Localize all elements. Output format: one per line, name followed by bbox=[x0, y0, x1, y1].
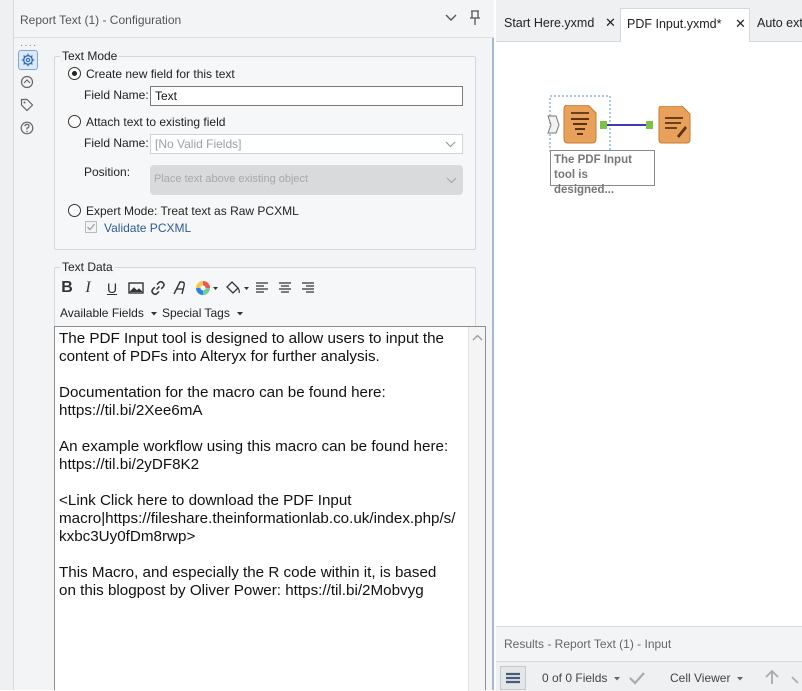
link-icon[interactable] bbox=[150, 278, 166, 298]
align-right-icon[interactable] bbox=[301, 278, 315, 298]
configuration-gear-icon[interactable] bbox=[18, 50, 38, 70]
annotation-tag-icon[interactable] bbox=[18, 96, 38, 116]
position-select[interactable]: Place text above existing object bbox=[150, 165, 463, 195]
caret-down-icon bbox=[237, 312, 244, 316]
field-name-label: Field Name: bbox=[84, 88, 149, 102]
workflow-workspace: Start Here.yxmd ✕ PDF Input.yxmd* ✕ Auto… bbox=[496, 0, 802, 691]
text-data-label: Text Data bbox=[60, 260, 115, 274]
underline-icon[interactable]: U bbox=[105, 278, 119, 298]
image-icon[interactable] bbox=[128, 278, 144, 298]
caret-down-icon[interactable] bbox=[736, 676, 744, 682]
font-icon[interactable] bbox=[172, 278, 190, 298]
tab-label: PDF Input.yxmd* bbox=[627, 17, 722, 31]
position-value: Place text above existing object bbox=[154, 173, 309, 185]
validate-pcxml-label: Validate PCXML bbox=[104, 221, 192, 235]
text-editor-scrollbar[interactable] bbox=[468, 327, 485, 691]
special-tags-label: Special Tags bbox=[162, 306, 230, 320]
left-dock-strip bbox=[0, 0, 14, 690]
expert-mode-label: Expert Mode: Treat text as Raw PCXML bbox=[86, 204, 299, 218]
validate-pcxml-checkbox[interactable] bbox=[85, 221, 97, 233]
text-paragraph: An example workflow using this macro can… bbox=[59, 438, 453, 473]
tab-auto-ext[interactable]: Auto ext bbox=[751, 8, 802, 42]
attach-field-radio[interactable] bbox=[68, 115, 81, 128]
attach-field-value: [No Valid Fields] bbox=[155, 137, 242, 151]
create-field-radio[interactable] bbox=[68, 67, 81, 80]
position-label: Position: bbox=[84, 165, 131, 179]
tab-label: Auto ext bbox=[757, 16, 802, 30]
cell-viewer-label: Cell Viewer bbox=[670, 671, 731, 685]
config-header: Report Text (1) - Configuration bbox=[14, 0, 494, 38]
table-view-icon[interactable] bbox=[500, 666, 526, 690]
results-panel: Results - Report Text (1) - Input 0 of 0… bbox=[496, 626, 802, 691]
connection-icon[interactable] bbox=[18, 73, 38, 93]
results-toolbar: 0 of 0 Fields Cell Viewer bbox=[496, 661, 802, 691]
special-tags-dropdown[interactable]: Special Tags bbox=[162, 306, 252, 322]
text-data-editor[interactable]: The PDF Input tool is designed to allow … bbox=[54, 326, 486, 691]
help-icon[interactable] bbox=[18, 119, 38, 139]
tab-label: Start Here.yxmd bbox=[504, 16, 595, 30]
text-data-content: The PDF Input tool is designed to allow … bbox=[59, 330, 457, 618]
config-title: Report Text (1) - Configuration bbox=[20, 13, 182, 27]
attach-field-name-label: Field Name: bbox=[84, 136, 149, 150]
attach-field-select[interactable]: [No Valid Fields] bbox=[150, 134, 463, 154]
document-tab-bar: Start Here.yxmd ✕ PDF Input.yxmd* ✕ Auto… bbox=[496, 0, 802, 42]
workflow-canvas[interactable]: The PDF Input tool is designed... bbox=[496, 42, 802, 626]
italic-icon[interactable]: I bbox=[82, 278, 94, 298]
field-name-input[interactable]: Text bbox=[150, 86, 463, 106]
report-text-tool-icon[interactable] bbox=[657, 106, 693, 144]
tab-start-here[interactable]: Start Here.yxmd ✕ bbox=[498, 8, 620, 42]
config-side-toolbar: ···· bbox=[14, 38, 42, 690]
align-center-icon[interactable] bbox=[278, 278, 292, 298]
text-paragraph: Documentation for the macro can be found… bbox=[59, 384, 390, 419]
chevron-down-icon[interactable] bbox=[443, 10, 459, 26]
checkmark-icon[interactable] bbox=[628, 671, 646, 685]
arrow-down-icon[interactable] bbox=[790, 669, 802, 685]
attach-field-label: Attach text to existing field bbox=[86, 115, 226, 129]
connection-line[interactable] bbox=[600, 118, 660, 132]
scroll-up-icon[interactable] bbox=[469, 331, 486, 345]
tab-pdf-input[interactable]: PDF Input.yxmd* ✕ bbox=[620, 8, 750, 42]
results-title: Results - Report Text (1) - Input bbox=[504, 637, 672, 651]
align-left-icon[interactable] bbox=[255, 278, 269, 298]
fields-count: 0 of 0 Fields bbox=[542, 671, 608, 685]
pin-icon[interactable] bbox=[467, 10, 483, 26]
caret-down-icon bbox=[151, 312, 158, 316]
available-fields-label: Available Fields bbox=[60, 306, 144, 320]
close-icon[interactable]: ✕ bbox=[735, 9, 746, 39]
arrow-up-icon[interactable] bbox=[764, 669, 780, 685]
text-paragraph: <Link Click here to download the PDF Inp… bbox=[59, 492, 456, 545]
fill-bucket-icon[interactable] bbox=[224, 278, 250, 298]
create-field-label: Create new field for this text bbox=[86, 67, 235, 81]
text-paragraph: The PDF Input tool is designed to allow … bbox=[59, 330, 449, 365]
chevron-down-icon bbox=[446, 173, 457, 190]
text-mode-label: Text Mode bbox=[60, 49, 120, 63]
tool-annotation: The PDF Input tool is designed... bbox=[550, 150, 655, 196]
color-wheel-icon[interactable] bbox=[195, 278, 219, 298]
close-icon[interactable]: ✕ bbox=[605, 8, 616, 38]
chevron-down-icon bbox=[445, 137, 456, 154]
text-paragraph: This Macro, and especially the R code wi… bbox=[59, 564, 441, 599]
expert-mode-radio[interactable] bbox=[68, 204, 81, 217]
configuration-panel: Report Text (1) - Configuration ···· Tex… bbox=[14, 0, 494, 691]
caret-down-icon[interactable] bbox=[613, 676, 621, 682]
pdf-input-tool-icon[interactable] bbox=[562, 105, 602, 145]
bold-icon[interactable]: B bbox=[60, 278, 74, 298]
